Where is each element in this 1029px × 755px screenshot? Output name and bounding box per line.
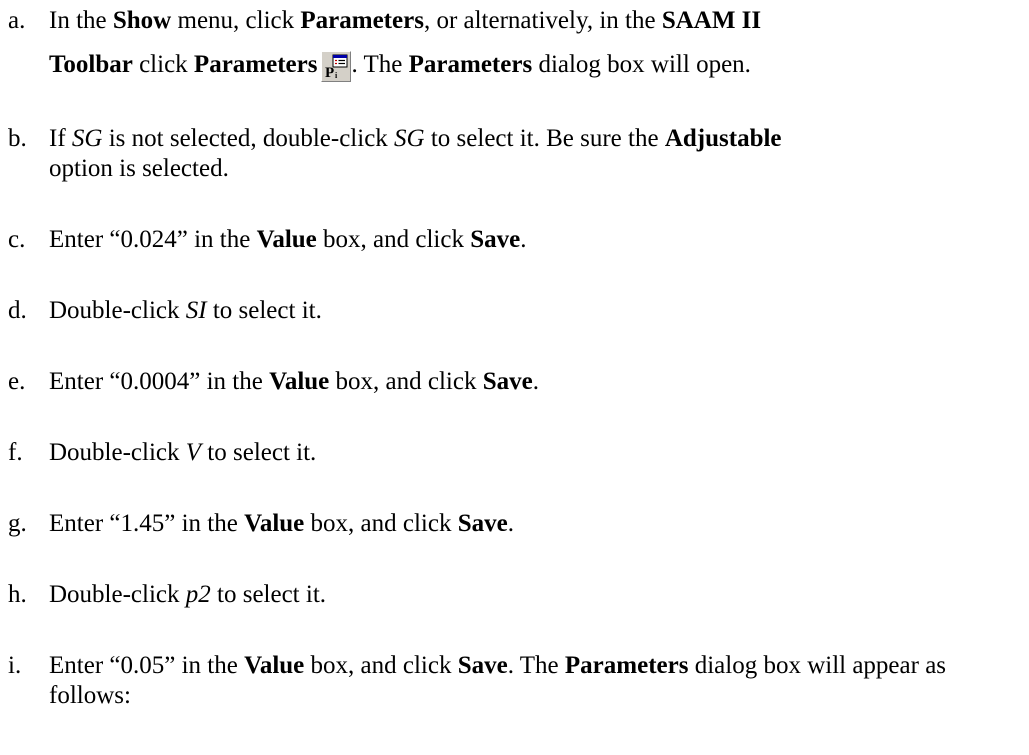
step-g: g. Enter “1.45” in the Value box, and cl… [8, 509, 1023, 539]
step-a: a. In the Show menu, click Parameters, o… [8, 6, 1023, 82]
button-name: Save [482, 368, 533, 395]
parameter-name: p2 [185, 581, 211, 608]
toolbar-name: Toolbar [49, 51, 133, 78]
step-text: Enter “0.05” in the Value box, and click… [49, 652, 947, 709]
app-name: SAAM II [661, 7, 762, 34]
parameters-toolbar-icon: P i [321, 51, 352, 82]
dialog-name: Parameters [408, 51, 533, 78]
step-d: d. Double-click SI to select it. [8, 296, 1023, 326]
step-letter: e. [8, 368, 26, 395]
step-e: e. Enter “0.0004” in the Value box, and … [8, 367, 1023, 397]
step-text: Double-click SI to select it. [49, 297, 322, 324]
svg-text:P: P [325, 65, 334, 81]
step-letter: f. [8, 439, 23, 466]
step-text: Enter “1.45” in the Value box, and click… [49, 510, 514, 537]
step-letter: b. [8, 125, 27, 152]
button-name: Save [470, 226, 521, 253]
toolbar-button-parameters: Parameters [193, 51, 318, 78]
field-name: Value [269, 368, 330, 395]
parameter-name: SG [71, 125, 103, 152]
step-letter: a. [8, 7, 26, 34]
step-letter: d. [8, 297, 27, 324]
step-letter: h. [8, 581, 27, 608]
step-text: If SG is not selected, double-click SG t… [49, 125, 782, 182]
dialog-name: Parameters [564, 652, 689, 679]
field-name: Value [244, 652, 305, 679]
step-text: Double-click p2 to select it. [49, 581, 327, 608]
step-f: f. Double-click V to select it. [8, 438, 1023, 468]
step-text: Enter “0.0004” in the Value box, and cli… [49, 368, 539, 395]
step-letter: g. [8, 510, 27, 537]
step-letter: i. [8, 652, 22, 679]
option-name: Adjustable [664, 125, 782, 152]
menu-name-show: Show [112, 7, 172, 34]
parameter-name: SG [394, 125, 425, 152]
step-h: h. Double-click p2 to select it. [8, 580, 1023, 610]
step-c: c. Enter “0.024” in the Value box, and c… [8, 225, 1023, 255]
step-text: Double-click V to select it. [49, 439, 317, 466]
field-name: Value [244, 510, 305, 537]
button-name: Save [457, 510, 508, 537]
menu-item-parameters: Parameters [300, 7, 424, 34]
parameter-name: V [185, 439, 202, 466]
field-name: Value [256, 226, 317, 253]
step-b: b. If SG is not selected, double-click S… [8, 124, 1023, 184]
parameter-name: SI [185, 297, 207, 324]
step-text: In the Show menu, click Parameters, or a… [49, 7, 762, 82]
step-i: i. Enter “0.05” in the Value box, and cl… [8, 651, 1023, 711]
svg-text:i: i [335, 71, 338, 80]
button-name: Save [457, 652, 508, 679]
step-text: Enter “0.024” in the Value box, and clic… [49, 226, 527, 253]
step-letter: c. [8, 226, 26, 253]
